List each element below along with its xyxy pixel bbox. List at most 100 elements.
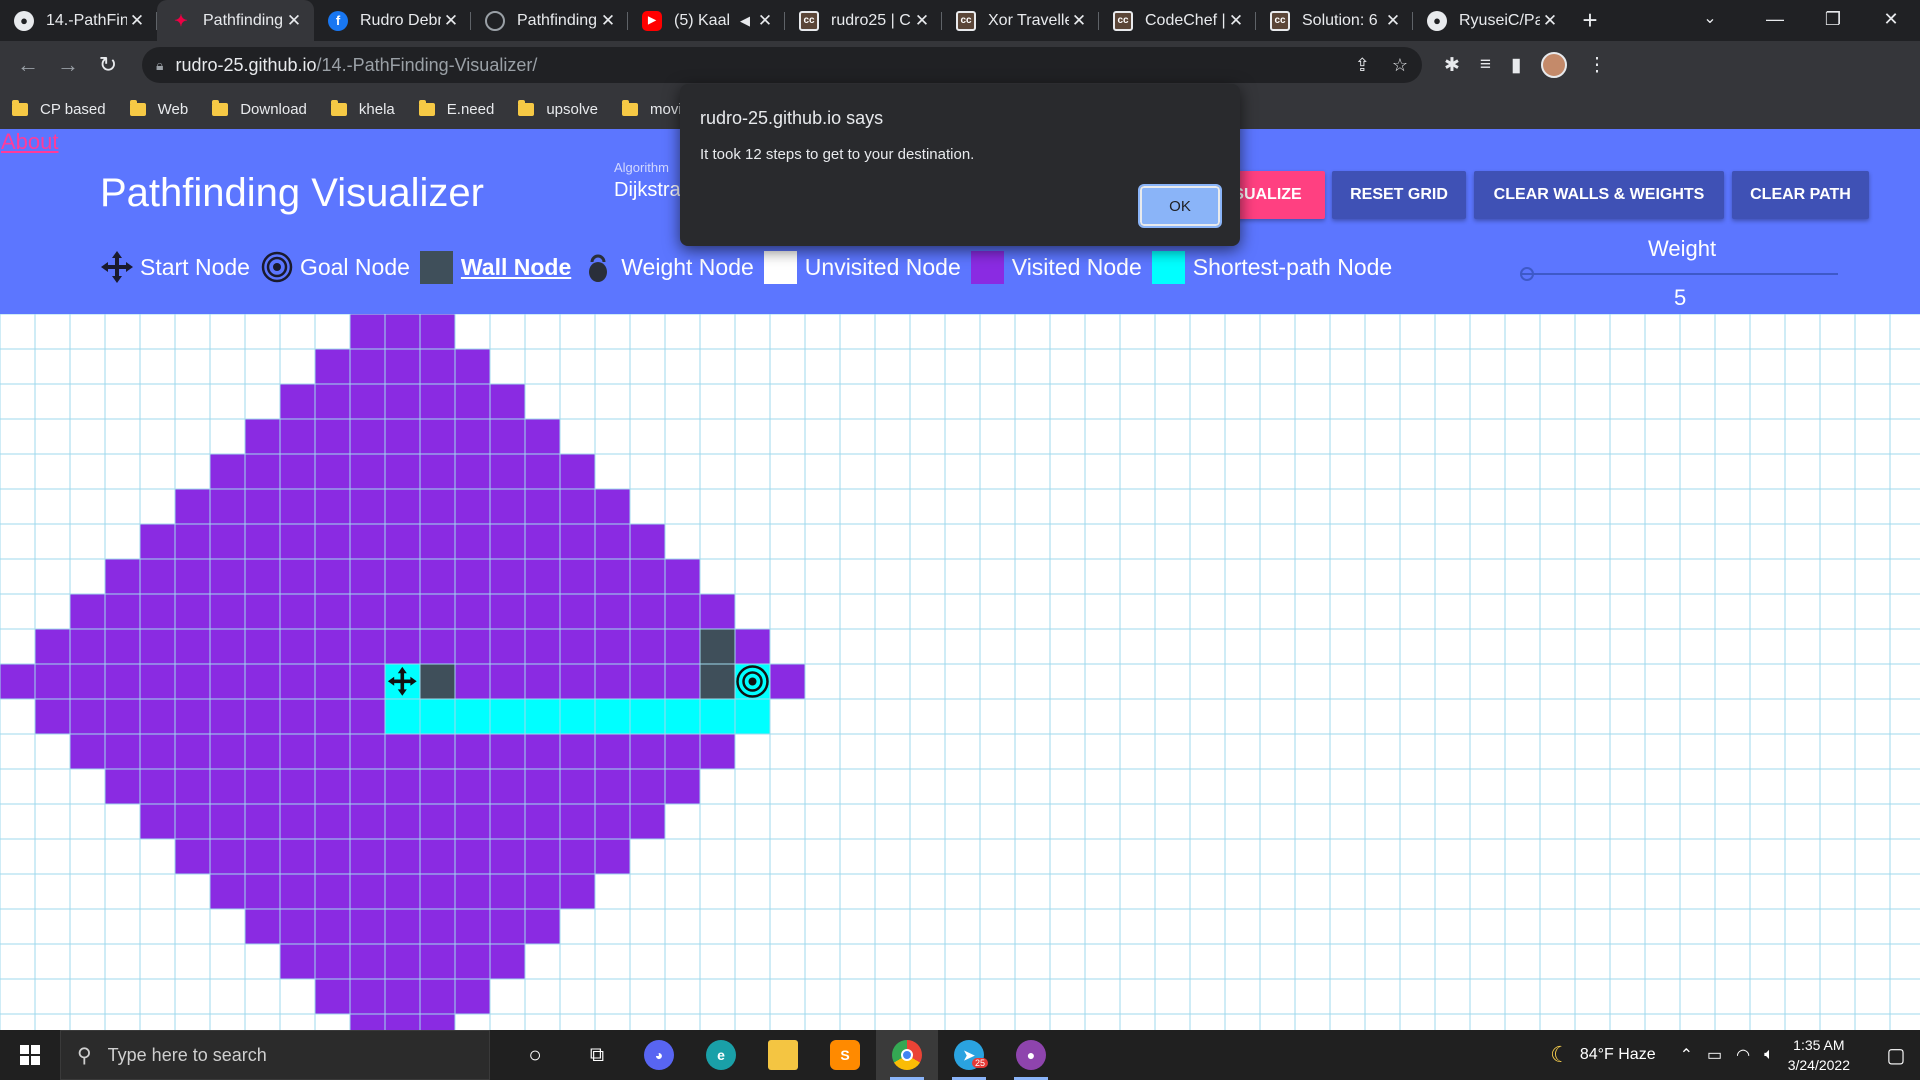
close-icon[interactable]: ✕ xyxy=(912,11,932,31)
visited-node[interactable] xyxy=(140,804,175,839)
visited-node[interactable] xyxy=(420,979,455,1014)
forward-icon[interactable]: → xyxy=(48,52,88,78)
visited-node[interactable] xyxy=(175,769,210,804)
shortest-path-node[interactable] xyxy=(630,699,665,734)
reload-icon[interactable]: ↻ xyxy=(88,52,128,78)
visited-node[interactable] xyxy=(560,629,595,664)
visited-node[interactable] xyxy=(455,349,490,384)
shortest-path-node[interactable] xyxy=(595,699,630,734)
visited-node[interactable] xyxy=(315,769,350,804)
visited-node[interactable] xyxy=(525,629,560,664)
visited-node[interactable] xyxy=(245,559,280,594)
visited-node[interactable] xyxy=(385,384,420,419)
visited-node[interactable] xyxy=(560,804,595,839)
legend-wall[interactable]: Wall Node xyxy=(419,250,571,284)
visited-node[interactable] xyxy=(700,734,735,769)
visited-node[interactable] xyxy=(105,699,140,734)
visited-node[interactable] xyxy=(245,629,280,664)
visited-node[interactable] xyxy=(350,594,385,629)
visited-node[interactable] xyxy=(350,454,385,489)
visited-node[interactable] xyxy=(490,454,525,489)
visited-node[interactable] xyxy=(280,419,315,454)
visited-node[interactable] xyxy=(175,629,210,664)
ok-button[interactable]: OK xyxy=(1138,184,1222,228)
clear-walls-weights-button[interactable]: CLEAR WALLS & WEIGHTS xyxy=(1474,171,1724,219)
visited-node[interactable] xyxy=(280,594,315,629)
clock[interactable]: 1:35 AM 3/24/2022 xyxy=(1788,1035,1850,1075)
visited-node[interactable] xyxy=(280,454,315,489)
visited-node[interactable] xyxy=(665,629,700,664)
browser-tab[interactable]: f Rudro Debr ✕ xyxy=(314,0,471,41)
task-view-icon[interactable]: ⧉ xyxy=(566,1030,628,1080)
visited-node[interactable] xyxy=(385,349,420,384)
visited-node[interactable] xyxy=(385,839,420,874)
visited-node[interactable] xyxy=(210,559,245,594)
visited-node[interactable] xyxy=(280,384,315,419)
shortest-path-node[interactable] xyxy=(420,699,455,734)
visited-node[interactable] xyxy=(350,384,385,419)
visited-node[interactable] xyxy=(420,839,455,874)
visited-node[interactable] xyxy=(280,909,315,944)
visited-node[interactable] xyxy=(210,664,245,699)
visited-node[interactable] xyxy=(210,839,245,874)
browser-tab[interactable]: cc CodeChef | ✕ xyxy=(1099,0,1256,41)
extensions-icon[interactable]: ✱ xyxy=(1444,54,1460,77)
visited-node[interactable] xyxy=(315,734,350,769)
visited-node[interactable] xyxy=(385,419,420,454)
browser-tab[interactable]: cc Xor Travelle ✕ xyxy=(942,0,1099,41)
visited-node[interactable] xyxy=(175,839,210,874)
visited-node[interactable] xyxy=(455,559,490,594)
visited-node[interactable] xyxy=(70,594,105,629)
visited-node[interactable] xyxy=(455,874,490,909)
visited-node[interactable] xyxy=(560,664,595,699)
visited-node[interactable] xyxy=(140,769,175,804)
visited-node[interactable] xyxy=(350,349,385,384)
visited-node[interactable] xyxy=(245,664,280,699)
visited-node[interactable] xyxy=(595,594,630,629)
restore-icon[interactable]: ❐ xyxy=(1804,0,1862,41)
visited-node[interactable] xyxy=(280,769,315,804)
visited-node[interactable] xyxy=(455,734,490,769)
visited-node[interactable] xyxy=(280,874,315,909)
visited-node[interactable] xyxy=(280,524,315,559)
side-panel-icon[interactable]: ▮ xyxy=(1511,54,1521,77)
visited-node[interactable] xyxy=(595,769,630,804)
file-explorer-icon[interactable] xyxy=(752,1030,814,1080)
algorithm-select[interactable]: Dijkstra xyxy=(614,179,681,202)
visited-node[interactable] xyxy=(350,629,385,664)
visited-node[interactable] xyxy=(70,699,105,734)
visited-node[interactable] xyxy=(455,769,490,804)
visited-node[interactable] xyxy=(455,629,490,664)
discord-icon[interactable]: ◕ xyxy=(628,1030,690,1080)
visited-node[interactable] xyxy=(525,734,560,769)
visited-node[interactable] xyxy=(70,629,105,664)
visited-node[interactable] xyxy=(420,804,455,839)
visited-node[interactable] xyxy=(525,804,560,839)
start-button[interactable] xyxy=(0,1030,60,1080)
legend-start[interactable]: Start Node xyxy=(100,250,250,284)
visited-node[interactable] xyxy=(315,559,350,594)
chevron-up-icon[interactable]: ⌃ xyxy=(1680,1045,1693,1065)
visited-node[interactable] xyxy=(595,734,630,769)
visited-node[interactable] xyxy=(140,699,175,734)
visited-node[interactable] xyxy=(490,559,525,594)
close-icon[interactable]: ✕ xyxy=(1069,11,1089,31)
visited-node[interactable] xyxy=(280,699,315,734)
visited-node[interactable] xyxy=(490,769,525,804)
visited-node[interactable] xyxy=(490,594,525,629)
sublime-text-icon[interactable]: S xyxy=(814,1030,876,1080)
visited-node[interactable] xyxy=(350,804,385,839)
visited-node[interactable] xyxy=(105,559,140,594)
close-icon[interactable]: ✕ xyxy=(127,11,147,31)
legend-shortest[interactable]: Shortest-path Node xyxy=(1151,250,1392,284)
close-icon[interactable]: ✕ xyxy=(1383,11,1403,31)
visited-node[interactable] xyxy=(385,559,420,594)
visited-node[interactable] xyxy=(595,664,630,699)
visited-node[interactable] xyxy=(70,734,105,769)
visited-node[interactable] xyxy=(525,419,560,454)
visited-node[interactable] xyxy=(665,769,700,804)
visited-node[interactable] xyxy=(560,769,595,804)
visited-node[interactable] xyxy=(175,489,210,524)
visited-node[interactable] xyxy=(245,769,280,804)
visited-node[interactable] xyxy=(595,524,630,559)
